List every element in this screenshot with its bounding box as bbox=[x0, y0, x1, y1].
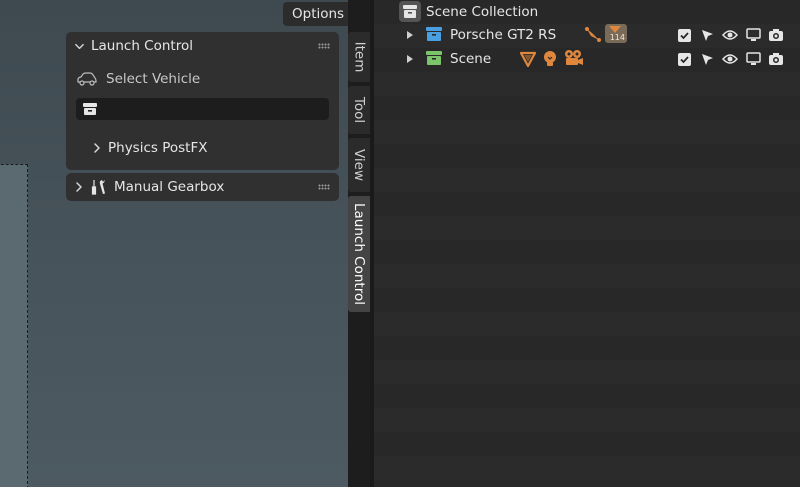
outliner-item-label: Scene bbox=[450, 51, 492, 67]
physics-postfx-subpanel[interactable]: Physics PostFX bbox=[76, 134, 329, 162]
outliner-row-porsche[interactable]: Porsche GT2 RS 114 bbox=[374, 23, 800, 47]
select-vehicle-row: Select Vehicle bbox=[76, 66, 329, 92]
launch-control-title: Launch Control bbox=[91, 38, 193, 54]
physics-postfx-label: Physics PostFX bbox=[108, 140, 208, 156]
monitor-icon[interactable] bbox=[745, 27, 761, 43]
mesh-triangle-icon bbox=[609, 26, 621, 33]
drag-grip-icon[interactable] bbox=[318, 184, 330, 190]
eye-icon[interactable] bbox=[722, 51, 738, 67]
collection-green-icon bbox=[426, 51, 442, 65]
exclude-checkbox-icon[interactable] bbox=[676, 27, 692, 43]
outliner-root-label: Scene Collection bbox=[426, 4, 539, 20]
options-dropdown[interactable]: Options bbox=[283, 2, 348, 26]
monitor-icon[interactable] bbox=[745, 51, 761, 67]
select-arrow-icon[interactable] bbox=[699, 27, 715, 43]
manual-gearbox-panel: Manual Gearbox bbox=[66, 173, 339, 201]
launch-control-header[interactable]: Launch Control bbox=[66, 32, 339, 60]
select-arrow-icon[interactable] bbox=[699, 51, 715, 67]
restriction-toggles bbox=[676, 51, 784, 67]
collection-blue-icon bbox=[426, 27, 442, 41]
wrench-screwdriver-icon bbox=[91, 180, 105, 195]
tab-launch-control-label: Launch Control bbox=[351, 203, 368, 305]
select-vehicle-label: Select Vehicle bbox=[106, 71, 201, 87]
tab-item[interactable]: Item bbox=[348, 32, 370, 82]
chevron-down-icon bbox=[75, 43, 84, 49]
camera-object-icon bbox=[565, 50, 583, 65]
manual-gearbox-header[interactable]: Manual Gearbox bbox=[66, 173, 339, 201]
outliner-item-label: Porsche GT2 RS bbox=[450, 27, 557, 43]
exclude-checkbox-icon[interactable] bbox=[676, 51, 692, 67]
outliner[interactable]: Scene Collection Porsche GT2 RS 114 Scen… bbox=[374, 0, 800, 487]
light-bulb-icon bbox=[544, 51, 556, 66]
camera-frame-border bbox=[0, 164, 28, 487]
tab-view-label: View bbox=[351, 148, 368, 182]
tab-tool-label: Tool bbox=[351, 96, 368, 124]
child-count-text: 114 bbox=[609, 33, 625, 42]
launch-control-panel: Launch Control Select Vehicle Physics Po… bbox=[66, 32, 339, 170]
camera-render-icon[interactable] bbox=[768, 51, 784, 67]
restriction-toggles bbox=[676, 27, 784, 43]
expand-triangle-icon[interactable] bbox=[406, 31, 414, 39]
outliner-row-scene-collection[interactable]: Scene Collection bbox=[374, 0, 800, 24]
scene-collection-icon bbox=[399, 1, 421, 22]
eye-icon[interactable] bbox=[722, 27, 738, 43]
manual-gearbox-title: Manual Gearbox bbox=[114, 179, 225, 195]
tab-view[interactable]: View bbox=[348, 138, 370, 192]
armature-bone-icon bbox=[585, 27, 601, 42]
drag-grip-icon[interactable] bbox=[318, 43, 330, 49]
sidebar-panel: Launch Control Select Vehicle Physics Po… bbox=[66, 32, 339, 201]
car-icon bbox=[77, 72, 97, 86]
chevron-right-icon bbox=[76, 182, 82, 192]
sidebar-tabs: Item Tool View Launch Control bbox=[348, 32, 370, 316]
tab-tool[interactable]: Tool bbox=[348, 86, 370, 134]
collection-box-icon bbox=[83, 103, 97, 115]
outliner-row-scene[interactable]: Scene bbox=[374, 47, 800, 71]
tab-launch-control[interactable]: Launch Control bbox=[348, 196, 370, 312]
3d-viewport[interactable]: Options Launch Control Select Vehicle Ph… bbox=[0, 0, 348, 487]
tab-item-label: Item bbox=[351, 41, 368, 73]
vehicle-collection-field[interactable] bbox=[76, 98, 329, 120]
options-label: Options bbox=[292, 6, 345, 22]
mesh-cone-icon bbox=[520, 51, 536, 67]
expand-triangle-icon[interactable] bbox=[406, 55, 414, 63]
camera-render-icon[interactable] bbox=[768, 27, 784, 43]
chevron-right-icon bbox=[94, 143, 100, 153]
